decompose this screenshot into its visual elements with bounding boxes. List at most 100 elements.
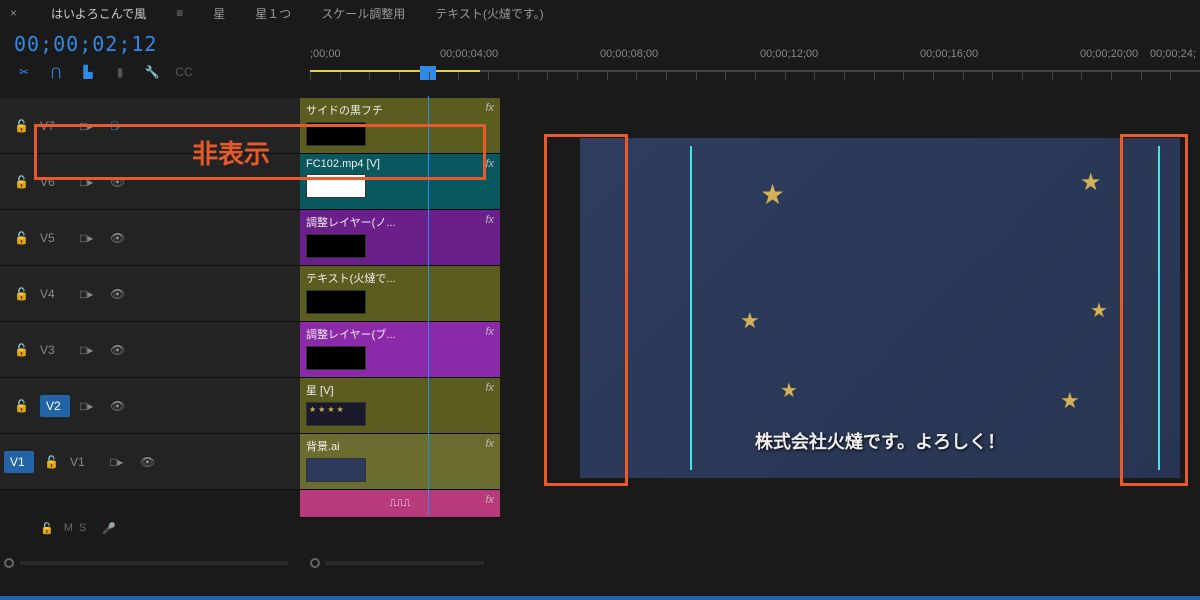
clip-background-ai[interactable]: 背景.ai fx	[300, 434, 500, 490]
clip-fc102[interactable]: FC102.mp4 [V] fx	[300, 154, 500, 210]
star-icon: ★	[780, 378, 798, 403]
visibility-icon[interactable]: 👁	[110, 231, 130, 245]
safe-margin-line	[1158, 146, 1160, 470]
sync-lock-icon[interactable]: □▸	[80, 119, 100, 133]
clip-label: テキスト(火燵で...	[300, 266, 500, 288]
sync-lock-icon[interactable]: □▸	[80, 287, 100, 301]
clip-thumbnail	[306, 234, 366, 258]
track-label[interactable]: V2	[40, 395, 70, 417]
star-icon: ★	[1090, 298, 1108, 323]
captions-icon[interactable]: CC	[174, 62, 194, 82]
clip-thumbnail	[306, 122, 366, 146]
solo-button[interactable]: S	[79, 522, 86, 534]
track-label[interactable]: V6	[40, 175, 70, 189]
ruler-tick-label: 00;00;08;00	[600, 48, 658, 60]
clip-adjustment-no[interactable]: 調整レイヤー(ノ... fx	[300, 210, 500, 266]
track-header-v2[interactable]: 🔓 V2 □▸ 👁	[0, 378, 300, 434]
mic-icon[interactable]: 🎤	[102, 522, 116, 535]
marker-icon[interactable]: ▮	[110, 62, 130, 82]
lock-icon[interactable]: 🔓	[14, 287, 30, 301]
mute-button[interactable]: M	[64, 522, 73, 534]
ruler-tick-label: 00;00;04;00	[440, 48, 498, 60]
sync-lock-icon[interactable]: □▸	[110, 455, 130, 469]
visibility-icon[interactable]: 👁	[110, 343, 130, 357]
clip-thumbnail	[306, 290, 366, 314]
lock-icon[interactable]: 🔓	[40, 522, 54, 535]
star-icon: ★	[1080, 168, 1102, 197]
sync-lock-icon[interactable]: □▸	[80, 343, 100, 357]
current-timecode[interactable]: 00;00;02;12	[14, 32, 286, 56]
track-label[interactable]: V3	[40, 343, 70, 357]
clip-adjustment-bu[interactable]: 調整レイヤー(ブ... fx	[300, 322, 500, 378]
track-header-v3[interactable]: 🔓 V3 □▸ 👁	[0, 322, 300, 378]
track-header-v5[interactable]: 🔓 V5 □▸ 👁	[0, 210, 300, 266]
track-target[interactable]: V1	[4, 451, 34, 473]
snap-icon[interactable]: ⋂	[46, 62, 66, 82]
horizontal-scrollbar-left[interactable]	[4, 556, 294, 570]
visibility-icon[interactable]: 👁	[140, 455, 160, 469]
annotation-label-hidden: 非表示	[192, 134, 270, 171]
fx-badge: fx	[485, 382, 494, 394]
clip-star[interactable]: 星 [V] ★★★★ fx	[300, 378, 500, 434]
clip-text-kotatsu[interactable]: テキスト(火燵で...	[300, 266, 500, 322]
clips-column: サイドの黒フチ fx FC102.mp4 [V] fx 調整レイヤー(ノ... …	[300, 98, 500, 550]
ruler-tick-label: 00;00;16;00	[920, 48, 978, 60]
audio-track-header[interactable]: 🔓 MS 🎤	[40, 514, 116, 542]
sequence-tab-bar: × はいよろこんで風 ≡ 星 星１つ スケール調整用 テキスト(火燵です。)	[0, 0, 1200, 26]
lock-icon[interactable]: 🔓	[14, 231, 30, 245]
wrench-icon[interactable]: 🔧	[142, 62, 162, 82]
track-label[interactable]: V7	[40, 119, 70, 133]
sync-lock-icon[interactable]: □▸	[80, 399, 100, 413]
clip-thumbnail: ★★★★	[306, 402, 366, 426]
track-label[interactable]: V1	[70, 455, 100, 469]
preview-area: ★ ★ ★ ★ ★ ★ 株式会社火燵です。よろしく！	[500, 98, 1200, 550]
time-ruler[interactable]: ;00;00 00;00;04;00 00;00;08;00 00;00;12;…	[300, 48, 1200, 84]
visibility-icon[interactable]: 👁	[110, 175, 130, 189]
clip-label: 背景.ai	[300, 434, 500, 456]
playhead-line[interactable]	[428, 96, 429, 516]
visibility-icon[interactable]: 👁	[110, 287, 130, 301]
visibility-off-icon[interactable]: 👁̷	[110, 119, 130, 133]
fx-badge: fx	[485, 214, 494, 226]
track-label[interactable]: V4	[40, 287, 70, 301]
clip-audio[interactable]: ⎍⎍⎍ fx	[300, 490, 500, 518]
lock-icon[interactable]: 🔓	[44, 455, 60, 469]
clip-label: 星 [V]	[300, 378, 500, 400]
track-header-v4[interactable]: 🔓 V4 □▸ 👁	[0, 266, 300, 322]
lock-icon[interactable]: 🔓	[14, 119, 30, 133]
scroll-handle-icon[interactable]	[4, 558, 14, 568]
clip-thumbnail	[306, 174, 366, 198]
timeline-tools: ✂ ⋂ ▙ ▮ 🔧 CC	[14, 62, 286, 82]
lock-icon[interactable]: 🔓	[14, 399, 30, 413]
sync-lock-icon[interactable]: □▸	[80, 231, 100, 245]
breadcrumb-item[interactable]: 星１つ	[255, 5, 291, 22]
clip-side-black[interactable]: サイドの黒フチ fx	[300, 98, 500, 154]
sync-lock-icon[interactable]: □▸	[80, 175, 100, 189]
lock-icon[interactable]: 🔓	[14, 175, 30, 189]
star-icon: ★	[740, 308, 760, 334]
breadcrumb-item[interactable]: 星	[213, 5, 225, 22]
breadcrumb-item[interactable]: テキスト(火燵です。)	[435, 5, 543, 22]
lock-icon[interactable]: 🔓	[14, 343, 30, 357]
safe-margin-line	[690, 146, 692, 470]
clip-label: 調整レイヤー(ノ...	[300, 210, 500, 232]
fx-badge: fx	[485, 494, 494, 506]
timeline-main: 🔓 V7 □▸ 👁̷ 🔓 V6 □▸ 👁 🔓 V5 □▸ 👁 🔓 V4 □▸ 👁…	[0, 98, 1200, 550]
tab-menu-icon[interactable]: ≡	[176, 6, 183, 20]
track-label[interactable]: V5	[40, 231, 70, 245]
scroll-handle-icon[interactable]	[310, 558, 320, 568]
clip-thumbnail	[306, 458, 366, 482]
sequence-tab-title[interactable]: はいよろこんで風	[51, 5, 146, 22]
ripple-tool-icon[interactable]: ✂	[14, 62, 34, 82]
waveform-icon: ⎍⎍⎍	[390, 498, 411, 509]
star-icon: ★	[760, 178, 785, 211]
horizontal-scrollbar-timeline[interactable]	[310, 556, 490, 570]
close-icon[interactable]: ×	[10, 6, 17, 20]
linked-selection-icon[interactable]: ▙	[78, 62, 98, 82]
clip-thumbnail	[306, 346, 366, 370]
breadcrumb-item[interactable]: スケール調整用	[321, 5, 405, 22]
track-header-v1[interactable]: V1 🔓 V1 □▸ 👁	[0, 434, 300, 490]
ruler-tick-label: 00;00;24;	[1150, 48, 1196, 60]
visibility-icon[interactable]: 👁	[110, 399, 130, 413]
ruler-tick-label: 00;00;12;00	[760, 48, 818, 60]
